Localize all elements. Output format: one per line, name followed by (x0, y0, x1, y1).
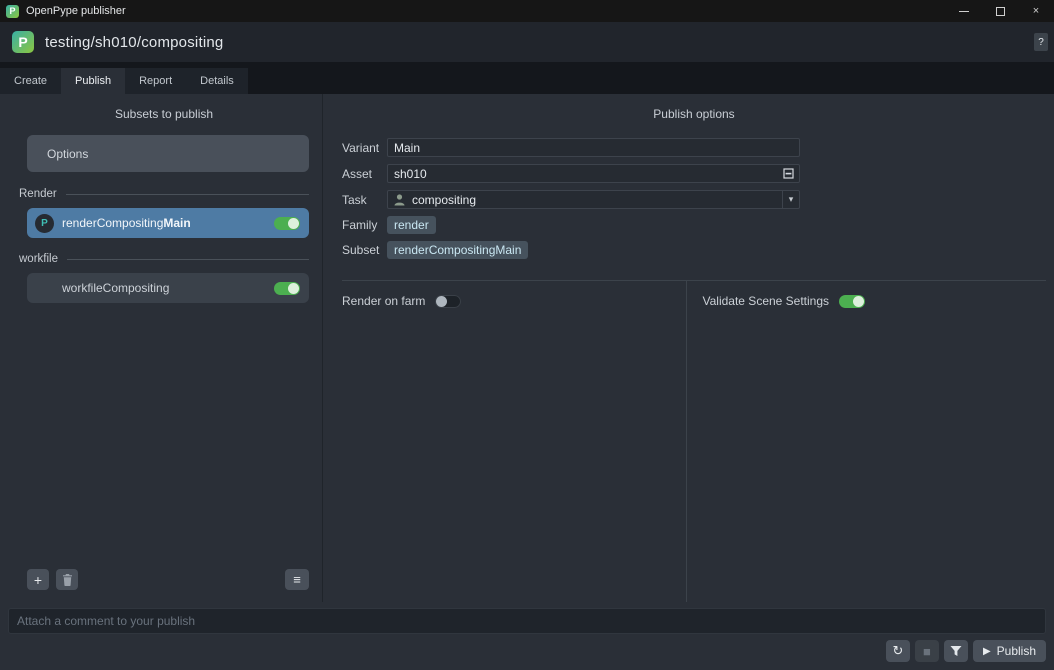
subset-enabled-toggle[interactable] (274, 217, 300, 230)
asset-row: Asset (342, 164, 1046, 183)
asset-field (387, 164, 800, 183)
window-title: OpenPype publisher (26, 5, 126, 17)
options-button[interactable]: Options (27, 135, 309, 172)
close-button[interactable]: × (1018, 0, 1054, 22)
options-button-label: Options (47, 147, 88, 161)
render-on-farm-toggle[interactable] (435, 295, 461, 308)
stop-button[interactable]: ■ (915, 640, 939, 662)
subset-enabled-toggle[interactable] (274, 282, 300, 295)
publish-button[interactable]: ▶ Publish (973, 640, 1046, 662)
subset-row: Subset renderCompositingMain (342, 241, 1046, 259)
main-content: Subsets to publish Options Render P rend… (0, 94, 1054, 602)
variant-label: Variant (342, 141, 387, 155)
plugin-options-left: Render on farm (342, 281, 686, 602)
asset-label: Asset (342, 167, 387, 181)
group-label: Render (19, 188, 57, 200)
publish-button-label: Publish (997, 644, 1036, 658)
subset-item-workfilecompositing[interactable]: workfileCompositing (27, 273, 309, 303)
task-row: Task compositing ▾ (342, 190, 1046, 209)
variant-input[interactable] (388, 139, 799, 156)
validate-button[interactable] (944, 640, 968, 662)
subset-badge: renderCompositingMain (387, 241, 528, 259)
header: P testing/sh010/compositing ? (0, 22, 1054, 62)
user-icon (394, 194, 405, 206)
stop-icon: ■ (923, 644, 931, 659)
group-divider (66, 194, 309, 195)
group-header-workfile: workfile (19, 253, 309, 265)
task-dropdown-arrow[interactable]: ▾ (782, 191, 799, 208)
subset-item-label: renderCompositingMain (62, 216, 191, 230)
publish-options-title: Publish options (342, 94, 1046, 127)
tab-bar: Create Publish Report Details (0, 62, 1054, 94)
tab-report[interactable]: Report (125, 68, 186, 94)
help-button[interactable]: ? (1034, 33, 1048, 51)
plus-icon: + (34, 572, 42, 588)
action-buttons: ↻ ■ ▶ Publish (0, 638, 1054, 662)
toggle-knob (853, 296, 864, 307)
subsets-toolbar: + ≡ (27, 569, 309, 590)
add-subset-button[interactable]: + (27, 569, 49, 590)
filter-icon (950, 645, 962, 657)
refresh-icon: ↻ (892, 643, 903, 659)
validate-scene-settings-label: Validate Scene Settings (703, 294, 830, 308)
title-bar: P OpenPype publisher × (0, 0, 1054, 22)
comment-bar (8, 608, 1046, 634)
task-dropdown[interactable]: compositing ▾ (387, 190, 800, 209)
group-label: workfile (19, 253, 58, 265)
subset-item-rendercompositingmain[interactable]: P renderCompositingMain (27, 208, 309, 238)
family-label: Family (342, 218, 387, 232)
maximize-button[interactable] (982, 0, 1018, 22)
plugin-options-right: Validate Scene Settings (687, 281, 1047, 602)
panel-divider (322, 94, 323, 602)
validate-scene-settings-toggle[interactable] (839, 295, 865, 308)
render-on-farm-row: Render on farm (342, 294, 686, 308)
tab-publish[interactable]: Publish (61, 68, 125, 94)
close-icon: × (1033, 5, 1039, 17)
footer: ↻ ■ ▶ Publish (0, 602, 1054, 670)
maximize-icon (996, 7, 1005, 16)
asset-input[interactable] (388, 165, 783, 182)
subset-label: Subset (342, 243, 387, 257)
plugin-options-area: Render on farm Validate Scene Settings (342, 281, 1046, 602)
app-icon: P (6, 5, 19, 18)
tab-details[interactable]: Details (186, 68, 248, 94)
group-divider (67, 259, 309, 260)
openpype-logo-icon: P (12, 31, 34, 53)
subsets-panel-title: Subsets to publish (19, 94, 309, 127)
task-label: Task (342, 193, 387, 207)
comment-input[interactable] (8, 608, 1046, 634)
play-icon: ▶ (983, 646, 991, 657)
toggle-knob (288, 218, 299, 229)
publish-options-panel: Publish options Variant Asset (325, 94, 1046, 602)
validate-scene-settings-row: Validate Scene Settings (703, 294, 1047, 308)
trash-icon (62, 574, 73, 586)
toggle-knob (288, 283, 299, 294)
chevron-down-icon: ▾ (789, 194, 794, 205)
variant-field (387, 138, 800, 157)
subsets-panel: Subsets to publish Options Render P rend… (8, 94, 320, 602)
view-mode-button[interactable]: ≡ (285, 569, 309, 590)
context-breadcrumb: testing/sh010/compositing (45, 34, 223, 51)
subsets-spacer (19, 306, 309, 569)
app-window: P OpenPype publisher × P testing/sh010/c… (0, 0, 1054, 670)
subset-icon-slot: P (35, 214, 62, 233)
asset-picker-button[interactable] (783, 168, 794, 179)
tab-create[interactable]: Create (0, 68, 61, 94)
openpype-subset-icon: P (35, 214, 54, 233)
asset-picker-icon (783, 168, 794, 179)
reset-button[interactable]: ↻ (886, 640, 910, 662)
minimize-icon (959, 11, 969, 12)
render-on-farm-label: Render on farm (342, 294, 425, 308)
family-badge: render (387, 216, 436, 234)
toggle-knob (436, 296, 447, 307)
group-header-render: Render (19, 188, 309, 200)
minimize-button[interactable] (946, 0, 982, 22)
variant-row: Variant (342, 138, 1046, 157)
publish-options-form: Variant Asset Task (342, 138, 1046, 266)
family-row: Family render (342, 216, 1046, 234)
subset-item-label: workfileCompositing (62, 281, 169, 295)
delete-subset-button[interactable] (56, 569, 78, 590)
task-value: compositing (412, 193, 476, 207)
menu-icon: ≡ (293, 572, 301, 587)
